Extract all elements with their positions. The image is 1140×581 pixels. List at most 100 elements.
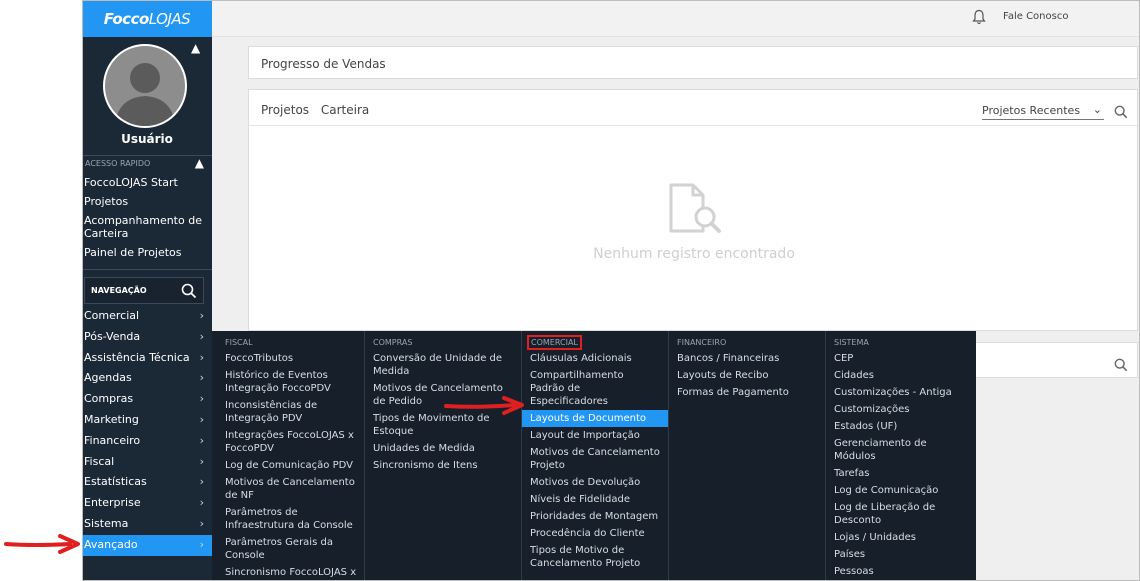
menu-item[interactable]: CEP <box>826 350 975 367</box>
chevron-right-icon: › <box>199 496 204 510</box>
sales-progress-card: Progresso de Vendas <box>248 46 1138 79</box>
nav-item-agendas[interactable]: Agendas › <box>82 368 212 389</box>
menu-item[interactable]: Bancos / Financeiras <box>669 350 821 367</box>
chevron-right-icon: › <box>199 475 204 489</box>
nav-item-sistema[interactable]: Sistema › <box>82 514 212 535</box>
menu-item[interactable]: Tarefas <box>826 465 975 482</box>
nav-item-estatisticas[interactable]: Estatísticas › <box>82 472 212 493</box>
menu-item[interactable]: Tipos de Motivo de Cancelamento Projeto <box>522 542 669 572</box>
nav-item-label: Pós-Venda <box>84 329 141 343</box>
collapse-profile-chevron-up-icon[interactable]: ▲ <box>191 41 200 55</box>
menu-item[interactable]: Parâmetros de Infraestrutura da Console <box>217 504 365 534</box>
menu-item[interactable]: Cláusulas Adicionais <box>522 350 669 367</box>
chevron-right-icon: › <box>199 350 204 364</box>
menu-item[interactable]: Prioridades de Montagem <box>522 508 669 525</box>
menu-item[interactable]: Log de Comunicação PDV <box>217 457 365 474</box>
menu-item[interactable]: Níveis de Fidelidade <box>522 491 669 508</box>
menu-item[interactable]: Pessoas <box>826 563 975 580</box>
card-title: Progresso de Vendas <box>261 57 386 71</box>
menu-item[interactable]: Inconsistências de Integração PDV <box>217 397 365 427</box>
menu-item[interactable]: Motivos de Cancelamento Projeto <box>522 444 669 474</box>
nav-item-compras[interactable]: Compras › <box>82 389 212 410</box>
nav-item-pos-venda[interactable]: Pós-Venda › <box>82 327 212 348</box>
recent-projects-select[interactable]: Projetos Recentes ⌄ <box>982 103 1104 120</box>
navigation-search-label: NAVEGAÇÃO <box>91 286 147 295</box>
menu-item[interactable]: Conversão de Unidade de Medida <box>365 350 517 380</box>
search-icon[interactable] <box>181 283 197 301</box>
menu-item[interactable]: Motivos de Devolução <box>522 474 669 491</box>
quick-link[interactable]: Painel de Projetos <box>84 246 210 259</box>
menu-item[interactable]: Layouts de Recibo <box>669 367 821 384</box>
column-items: CEP Cidades Customizações - Antiga Custo… <box>826 350 975 580</box>
menu-item[interactable]: Parâmetros Gerais da Console <box>217 534 365 564</box>
quick-link[interactable]: Projetos <box>84 195 210 208</box>
chevron-right-icon: › <box>199 392 204 406</box>
sidebar: Focco LOJAS ▲ Usuário ACESSO RAPIDO ▲ Foc… <box>82 0 212 581</box>
chevron-up-icon[interactable]: ▲ <box>195 156 204 170</box>
nav-item-enterprise[interactable]: Enterprise › <box>82 493 212 514</box>
menu-item[interactable]: Unidades de Medida <box>365 440 517 457</box>
search-icon[interactable] <box>1114 357 1128 376</box>
menu-item[interactable]: Histórico de Eventos Integração FoccoPDV <box>217 367 365 397</box>
menu-item[interactable]: Formas de Pagamento <box>669 384 821 401</box>
chevron-right-icon: › <box>199 309 204 322</box>
menu-item[interactable]: Log de Comunicação <box>826 482 975 499</box>
menu-item[interactable]: Estados (UF) <box>826 418 975 435</box>
nav-item-label: Avançado <box>84 537 138 551</box>
nav-item-avancado[interactable]: Avançado › <box>82 534 212 556</box>
menu-item[interactable]: Compartilhamento Padrão de Especificador… <box>522 367 669 410</box>
nav-item-marketing[interactable]: Marketing › <box>82 410 212 431</box>
menu-item[interactable]: Motivos de Cancelamento de NF <box>217 474 365 504</box>
projects-card: Projetos Carteira Projetos Recentes ⌄ Ne… <box>248 89 1138 331</box>
menu-column-fiscal: FISCAL FoccoTributos Histórico de Evento… <box>217 331 365 581</box>
nav-item-label: Agendas <box>84 371 132 385</box>
menu-item[interactable]: Procedência do Cliente <box>522 525 669 542</box>
nav-item-financeiro[interactable]: Financeiro › <box>82 431 212 452</box>
column-header-highlighted: COMERCIAL <box>527 335 582 350</box>
menu-item[interactable]: Países <box>826 546 975 563</box>
menu-item[interactable]: Integrações FoccoLOJAS x FoccoPDV <box>217 427 365 457</box>
app-logo[interactable]: Focco LOJAS <box>82 0 212 37</box>
menu-item[interactable]: Sincronismo FoccoLOJAS x <box>217 564 365 581</box>
chevron-right-icon: › <box>199 412 204 426</box>
menu-item[interactable]: Sincronismo de Itens <box>365 457 517 474</box>
menu-item[interactable]: Gerenciamento de Módulos <box>826 435 975 465</box>
column-header: COMPRAS <box>373 338 413 347</box>
nav-item-label: Compras <box>84 392 134 406</box>
quick-link[interactable]: Acompanhamento de Carteira <box>84 214 210 240</box>
tab-projetos[interactable]: Projetos <box>261 103 309 117</box>
chevron-right-icon: › <box>199 537 204 551</box>
chevron-right-icon: › <box>199 371 204 385</box>
menu-item[interactable]: Log de Liberação de Desconto <box>826 499 975 529</box>
advanced-mega-menu: FISCAL FoccoTributos Histórico de Evento… <box>212 331 976 581</box>
bell-icon[interactable] <box>972 9 986 29</box>
nav-item-label: Enterprise <box>84 496 141 510</box>
menu-item[interactable]: FoccoTributos <box>217 350 365 367</box>
user-name: Usuário <box>121 132 173 146</box>
annotation-arrow-icon <box>444 396 524 415</box>
menu-item[interactable]: Customizações - Antiga <box>826 384 975 401</box>
tab-carteira[interactable]: Carteira <box>321 103 369 117</box>
document-search-icon <box>667 183 723 241</box>
menu-item[interactable]: Cidades <box>826 367 975 384</box>
menu-item[interactable]: Customizações <box>826 401 975 418</box>
menu-column-compras: COMPRAS Conversão de Unidade de Medida M… <box>364 331 517 581</box>
nav-item-label: Financeiro <box>84 433 141 447</box>
empty-state-message: Nenhum registro encontrado <box>593 246 795 262</box>
quick-link[interactable]: FoccoLOJAS Start <box>84 176 210 189</box>
nav-item-comercial[interactable]: Comercial › <box>82 306 212 327</box>
projects-tabs: Projetos Carteira <box>261 103 377 117</box>
menu-item[interactable]: Lojas / Unidades <box>826 529 975 546</box>
nav-item-fiscal[interactable]: Fiscal › <box>82 452 212 473</box>
chevron-down-icon: ⌄ <box>1092 103 1102 116</box>
search-icon[interactable] <box>1114 104 1128 123</box>
menu-item-layouts-de-documento[interactable]: Layouts de Documento <box>522 410 669 427</box>
menu-column-sistema: SISTEMA CEP Cidades Customizações - Anti… <box>825 331 975 581</box>
navigation-search[interactable]: NAVEGAÇÃO <box>84 277 204 304</box>
contact-link[interactable]: Fale Conosco <box>1003 11 1068 22</box>
menu-item[interactable]: Layout de Importação <box>522 427 669 444</box>
quick-links: FoccoLOJAS Start Projetos Acompanhamento… <box>84 176 210 265</box>
nav-item-assistencia-tecnica[interactable]: Assistência Técnica › <box>82 348 212 369</box>
select-value: Projetos Recentes <box>982 104 1081 117</box>
chevron-right-icon: › <box>199 454 204 468</box>
